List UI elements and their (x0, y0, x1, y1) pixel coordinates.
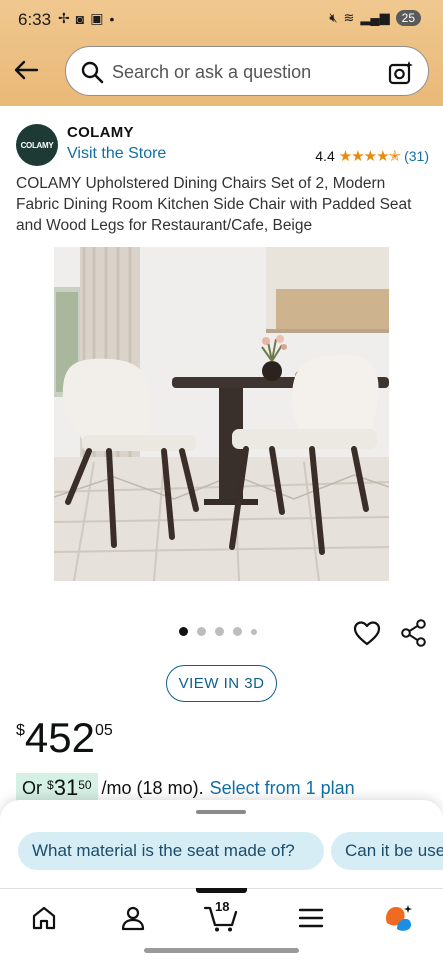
menu-icon (298, 908, 324, 928)
installment-prefix: Or (22, 777, 42, 798)
heart-icon (353, 621, 381, 646)
price-currency: $ (16, 722, 25, 739)
search-icon (81, 61, 104, 84)
ask-rufus-sheet: What material is the seat made of? Can i… (0, 800, 443, 890)
home-icon (32, 906, 56, 930)
nav-rufus[interactable] (383, 903, 413, 933)
gamepad-icon: ◙ (75, 10, 85, 27)
back-arrow-icon (14, 60, 39, 80)
search-input[interactable] (112, 59, 382, 85)
sheet-drag-handle[interactable] (196, 810, 246, 814)
status-bar: 6:33 ✢ ◙ ▣ • 🔇︎ ≋ ▂▄▆ 25 (0, 0, 443, 42)
pager-dot[interactable] (197, 627, 206, 636)
back-button[interactable] (10, 54, 42, 86)
search-bar[interactable] (65, 46, 429, 96)
installment-term: /mo (18 mo). (101, 777, 204, 798)
nav-menu[interactable] (296, 903, 326, 933)
nav-home[interactable] (29, 903, 59, 933)
pager-dot[interactable] (233, 627, 242, 636)
notification-icons: ✢ ◙ ▣ • (58, 10, 114, 27)
rufus-assistant-icon (386, 905, 412, 931)
cart-count-badge: 18 (215, 899, 230, 914)
nav-account[interactable] (118, 903, 148, 933)
suggestion-chip[interactable]: What material is the seat made of? (18, 832, 324, 870)
price-fraction: 05 (94, 722, 113, 739)
installment-currency: $ (47, 778, 54, 792)
installment-fraction: 50 (78, 778, 92, 792)
product-title: COLAMY Upholstered Dining Chairs Set of … (16, 175, 412, 234)
dot-icon: • (109, 10, 115, 27)
select-plan-link[interactable]: Select from 1 plan (204, 778, 355, 799)
gesture-bar[interactable] (144, 948, 299, 953)
price-whole: 452 (24, 714, 95, 761)
wishlist-button[interactable] (352, 618, 382, 648)
nav-cart[interactable]: 18 (203, 899, 239, 933)
suggestion-chip[interactable]: Can it be used (331, 832, 443, 870)
status-time: 6:33 (18, 10, 52, 29)
system-icons: 🔇︎ ≋ ▂▄▆ 25 (329, 10, 421, 26)
account-icon (121, 906, 145, 931)
mute-icon: 🔇︎ (329, 10, 338, 25)
star-rating-icon: ★★★★✭ (338, 148, 401, 165)
visit-store-link[interactable]: Visit the Store (67, 145, 166, 163)
brand-name: COLAMY (67, 124, 134, 141)
active-tab-indicator (196, 888, 247, 893)
pager-dot[interactable] (251, 628, 257, 635)
camera-search-icon[interactable] (388, 60, 414, 86)
wifi-icon: ≋ (343, 10, 355, 25)
price: $ 452 05 (16, 714, 113, 762)
rating-summary[interactable]: 4.4 ★★★★✭ (31) (315, 147, 429, 165)
share-icon (401, 619, 426, 647)
rating-value: 4.4 (315, 148, 335, 164)
view-in-3d-button[interactable]: VIEW IN 3D (166, 665, 277, 702)
brand-row: COLAMY COLAMY Visit the Store 4.4 ★★★★✭ … (16, 122, 429, 166)
battery-indicator: 25 (395, 10, 421, 26)
rating-count[interactable]: (31) (404, 148, 429, 164)
signal-icon: ▂▄▆ (360, 10, 390, 25)
installment-offer: Or $ 31 50 /mo (18 mo). Select from 1 pl… (16, 773, 355, 803)
brand-logo[interactable]: COLAMY (16, 124, 58, 166)
pager-dot[interactable] (215, 627, 224, 636)
product-image[interactable] (54, 247, 389, 581)
fan-icon: ✢ (58, 10, 70, 26)
installment-whole: 31 (53, 775, 79, 800)
header: 6:33 ✢ ◙ ▣ • 🔇︎ ≋ ▂▄▆ 25 (0, 0, 443, 106)
screenshot-icon: ▣ (90, 10, 104, 26)
installment-highlight: Or $ 31 50 (16, 773, 98, 803)
pager-dot[interactable] (179, 627, 188, 636)
image-pager (179, 627, 257, 636)
share-button[interactable] (399, 618, 429, 648)
dining-chairs-photo (54, 247, 389, 581)
